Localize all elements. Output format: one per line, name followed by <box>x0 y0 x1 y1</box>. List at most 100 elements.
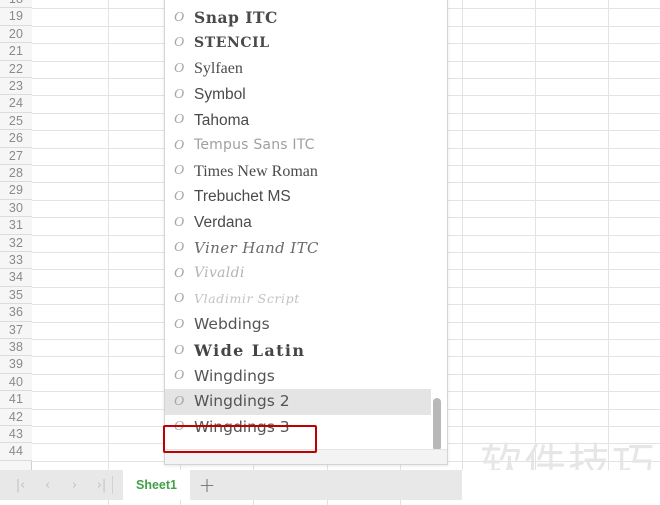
font-list-item[interactable]: O Wingdings <box>165 363 433 389</box>
opentype-font-icon: O <box>174 316 185 332</box>
prev-sheet-button[interactable]: ‹ <box>35 472 60 498</box>
font-list-item[interactable]: O Trebuchet MS <box>165 184 433 210</box>
opentype-font-icon: O <box>174 265 185 281</box>
font-list-item[interactable]: O Vladimir Script <box>165 287 433 313</box>
font-list-item[interactable]: O Webdings <box>165 312 433 338</box>
dropdown-scrollbar-thumb[interactable] <box>433 398 441 451</box>
opentype-font-icon: O <box>174 393 185 409</box>
font-list-item[interactable]: O Viner Hand ITC <box>165 235 433 261</box>
row-header-36[interactable]: 36 <box>0 304 32 322</box>
row-header-40[interactable]: 40 <box>0 373 32 392</box>
row-header-32[interactable]: 32 <box>0 234 32 252</box>
font-list-item-label: Trebuchet MS <box>194 188 291 206</box>
bottom-tick <box>180 500 181 505</box>
font-list-item[interactable]: O Times New Roman <box>165 159 433 185</box>
grid-vline <box>535 0 536 470</box>
opentype-font-icon: O <box>174 137 185 153</box>
opentype-font-icon: O <box>174 419 185 435</box>
opentype-font-icon: O <box>174 163 185 179</box>
font-list-item[interactable]: O Sylfaen <box>165 56 433 82</box>
bottom-tick <box>253 500 254 505</box>
next-sheet-button[interactable]: › <box>62 472 87 498</box>
row-header-24[interactable]: 24 <box>0 95 32 113</box>
font-list-item[interactable]: O Symbol <box>165 82 433 108</box>
row-header-43[interactable]: 43 <box>0 426 32 444</box>
spreadsheet-window: 1819202122232425262728293031323334353637… <box>0 0 660 505</box>
opentype-font-icon: O <box>174 112 185 128</box>
row-header-35[interactable]: 35 <box>0 286 32 305</box>
font-dropdown-panel[interactable]: O Snap ITC O STENCIL O Sylfaen O Symbol O Tahoma O… <box>164 0 448 465</box>
row-header-39[interactable]: 39 <box>0 356 32 374</box>
opentype-font-icon: O <box>174 60 185 76</box>
row-header-20[interactable]: 20 <box>0 25 32 44</box>
font-list-item-label: Sylfaen <box>194 60 243 78</box>
row-header-41[interactable]: 41 <box>0 391 32 409</box>
font-list-item-label: Wingdings 3 <box>194 417 290 436</box>
font-list-item[interactable]: O Wide Latin <box>165 338 433 364</box>
opentype-font-icon: O <box>174 188 185 204</box>
font-list-item-label: Webdings <box>194 315 270 334</box>
sheet-tab-sheet1[interactable]: Sheet1 <box>123 470 190 500</box>
row-header-34[interactable]: 34 <box>0 269 32 287</box>
grid-vline <box>608 0 609 470</box>
first-sheet-button[interactable]: |‹ <box>8 472 33 498</box>
row-header-38[interactable]: 38 <box>0 339 32 357</box>
row-header-26[interactable]: 26 <box>0 130 32 148</box>
font-list-item-label: Wingdings 2 <box>194 392 290 411</box>
row-header-42[interactable]: 42 <box>0 408 32 426</box>
opentype-font-icon: O <box>174 240 185 256</box>
grid-vline <box>108 0 109 470</box>
font-list-item-label: Wide Latin <box>194 340 306 360</box>
font-list-item[interactable]: O Wingdings 3 <box>165 415 433 441</box>
font-list-item[interactable]: O Vivaldi <box>165 261 433 287</box>
row-header-18[interactable]: 18 <box>0 0 32 9</box>
font-list-item-label: Tahoma <box>194 111 250 129</box>
font-list-item-label: Symbol <box>194 86 246 104</box>
font-list-item[interactable]: O Wingdings 2 <box>165 389 433 415</box>
row-header-27[interactable]: 27 <box>0 147 32 165</box>
row-header-19[interactable]: 19 <box>0 8 32 26</box>
font-list-item-label: Times New Roman <box>194 162 318 180</box>
row-header-28[interactable]: 28 <box>0 165 32 183</box>
row-header-30[interactable]: 30 <box>0 199 32 218</box>
row-header-44[interactable]: 44 <box>0 443 32 461</box>
font-list[interactable]: O Snap ITC O STENCIL O Sylfaen O Symbol O Tahoma O… <box>165 0 433 449</box>
font-list-item[interactable]: O Tahoma <box>165 107 433 133</box>
font-list-item-label: Snap ITC <box>194 8 278 28</box>
row-header-29[interactable]: 29 <box>0 182 32 200</box>
opentype-font-icon: O <box>174 368 185 384</box>
font-list-item-label: Verdana <box>194 214 252 232</box>
font-list-item[interactable]: O Verdana <box>165 210 433 236</box>
opentype-font-icon: O <box>174 9 185 25</box>
row-header-21[interactable]: 21 <box>0 43 32 61</box>
opentype-font-icon: O <box>174 291 185 307</box>
row-header-23[interactable]: 23 <box>0 78 32 96</box>
bottom-tick <box>108 500 109 505</box>
nav-separator <box>112 476 113 494</box>
opentype-font-icon: O <box>174 342 185 358</box>
dropdown-scrollbar-track[interactable] <box>431 0 445 451</box>
font-list-item[interactable]: O STENCIL <box>165 31 433 57</box>
bottom-strip <box>0 500 660 505</box>
font-list-item-label: Vladimir Script <box>194 291 300 307</box>
font-list-item-label: Vivaldi <box>194 265 245 282</box>
add-sheet-button[interactable]: + <box>194 470 220 500</box>
opentype-font-icon: O <box>174 214 185 230</box>
sheet-tab-bar: |‹ ‹ › ›| Sheet1 + <box>0 470 660 505</box>
row-header-22[interactable]: 22 <box>0 60 32 78</box>
opentype-font-icon: O <box>174 86 185 102</box>
font-list-item[interactable]: O Tempus Sans ITC <box>165 133 433 159</box>
row-header-column: 1819202122232425262728293031323334353637… <box>0 0 32 470</box>
font-list-item[interactable]: O Snap ITC <box>165 5 433 31</box>
last-sheet-button[interactable]: ›| <box>89 472 114 498</box>
sheet-nav-buttons[interactable]: |‹ ‹ › ›| <box>8 470 114 500</box>
grid-vline <box>462 0 463 470</box>
row-header-33[interactable]: 33 <box>0 252 32 270</box>
row-header-37[interactable]: 37 <box>0 321 32 339</box>
font-list-item-label: Wingdings <box>194 366 275 385</box>
font-list-item-label: STENCIL <box>194 34 270 51</box>
dropdown-footer <box>165 449 447 464</box>
font-list-item-label: Viner Hand ITC <box>194 238 319 257</box>
row-header-31[interactable]: 31 <box>0 217 32 235</box>
row-header-25[interactable]: 25 <box>0 112 32 131</box>
